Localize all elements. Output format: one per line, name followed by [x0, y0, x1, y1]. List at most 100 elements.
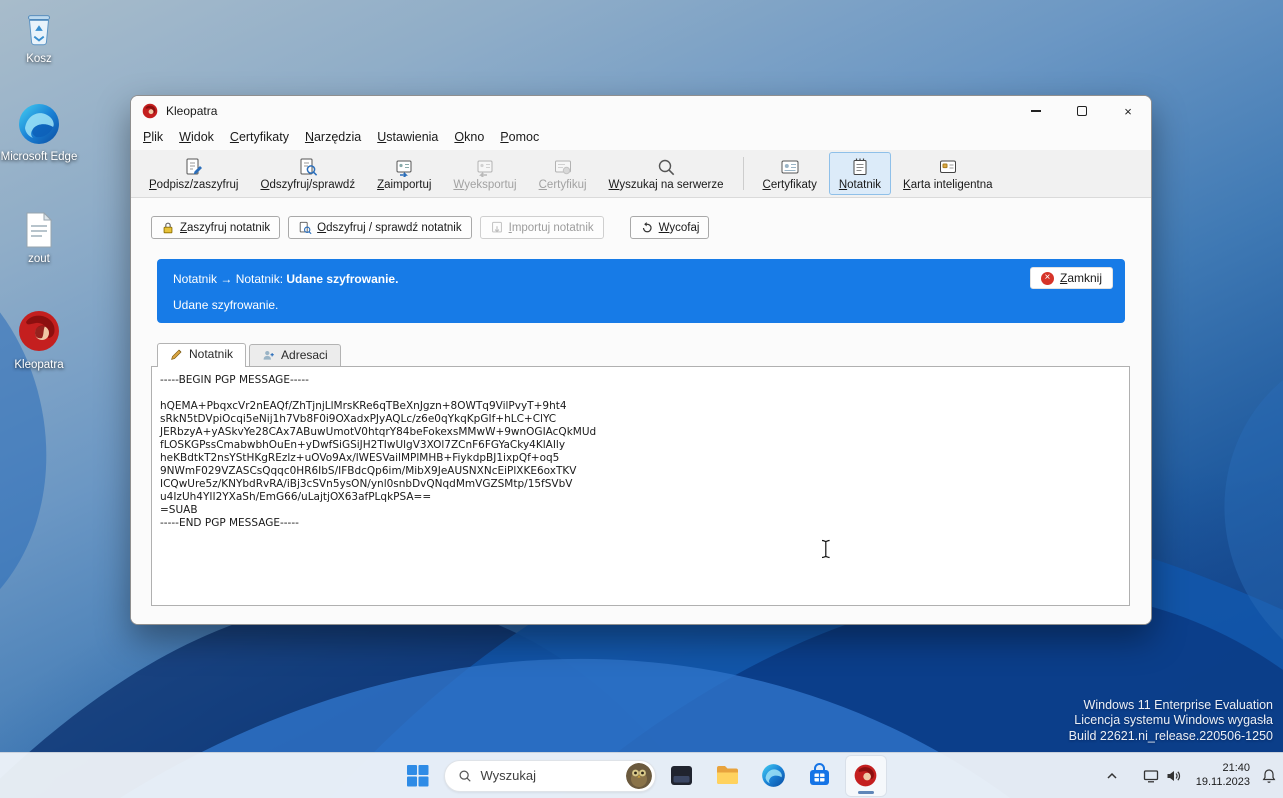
text-file-icon [24, 212, 54, 248]
notepad-tabs: Notatnik Adresaci [157, 342, 1151, 366]
search-highlight-image[interactable] [626, 763, 652, 789]
text-cursor [820, 539, 832, 559]
start-icon [405, 763, 430, 788]
success-banner: Notatnik → Notatnik: Udane szyfrowanie. … [157, 259, 1125, 323]
toolbar-label: Karta inteligentna [903, 179, 993, 191]
toolbar-label: Certyfikaty [763, 179, 817, 191]
decrypt-verify-notepad-button[interactable]: Odszyfruj / sprawdź notatnik [288, 216, 471, 239]
toolbar-decrypt-verify[interactable]: Odszyfruj/sprawdź [250, 152, 365, 195]
close-button[interactable]: × [1105, 96, 1151, 126]
taskbar: Wyszukaj [0, 752, 1283, 798]
window-titlebar[interactable]: Kleopatra × [131, 96, 1151, 126]
menu-narzedzia[interactable]: Narzędzia [298, 127, 368, 147]
tray-status-icons[interactable] [1139, 764, 1185, 788]
desktop-icon-edge[interactable]: Microsoft Edge [0, 102, 78, 163]
button-label: Odszyfruj / sprawdź notatnik [317, 222, 461, 234]
desktop-icon-label: Kleopatra [14, 359, 63, 371]
revert-button[interactable]: Wycofaj [630, 216, 710, 239]
import-icon [394, 157, 414, 177]
recycle-bin-icon [21, 10, 57, 48]
notepad-action-bar: Zaszyfruj notatnik Odszyfruj / sprawdź n… [151, 216, 1151, 239]
tab-label: Adresaci [281, 348, 328, 362]
windows-watermark: Windows 11 Enterprise Evaluation Licencj… [1069, 698, 1273, 745]
toolbar-label: Notatnik [839, 179, 881, 191]
tab-notatnik[interactable]: Notatnik [157, 343, 246, 367]
toolbar-certificates[interactable]: Certyfikaty [753, 152, 827, 195]
desktop-icon-label: Kosz [26, 53, 52, 65]
taskbar-file-explorer[interactable] [708, 756, 748, 796]
tab-adresaci[interactable]: Adresaci [249, 344, 341, 366]
export-icon [475, 157, 495, 177]
toolbar-smartcard[interactable]: Karta inteligentna [893, 152, 1003, 195]
banner-close-button[interactable]: × Zamknij [1030, 267, 1113, 289]
decrypt-verify-icon [298, 157, 318, 177]
watermark-line: Build 22621.ni_release.220506-1250 [1069, 729, 1273, 745]
notepad-icon [850, 157, 870, 177]
maximize-icon [1077, 106, 1087, 116]
desktop-icon-kleopatra[interactable]: Kleopatra [0, 308, 78, 371]
desktop: Kosz Microsoft Edge zout [0, 0, 1283, 798]
store-icon [807, 763, 832, 788]
pgp-message-text: -----BEGIN PGP MESSAGE----- hQEMA+PbqxcV… [160, 374, 1121, 530]
taskbar-app-window[interactable] [662, 756, 702, 796]
kleopatra-window: Kleopatra × Plik Widok Certyfikaty Narzę… [130, 95, 1152, 625]
desktop-icon-label: zout [28, 253, 50, 265]
search-icon [656, 157, 676, 177]
taskbar-store[interactable] [800, 756, 840, 796]
maximize-button[interactable] [1059, 96, 1105, 126]
undo-icon [640, 221, 654, 235]
notepad-view: Zaszyfruj notatnik Odszyfruj / sprawdź n… [131, 198, 1151, 624]
banner-title-emphasis: Udane szyfrowanie. [286, 272, 398, 286]
toolbar-sign-encrypt[interactable]: Podpisz/zaszyfruj [139, 152, 248, 195]
toolbar-label: Zaimportuj [377, 179, 431, 191]
toolbar-label: Podpisz/zaszyfruj [149, 179, 238, 191]
toolbar-label: Wyszukaj na serwerze [609, 179, 724, 191]
tray-date: 19.11.2023 [1196, 776, 1250, 790]
taskbar-search[interactable]: Wyszukaj [444, 760, 656, 792]
notepad-editor[interactable]: -----BEGIN PGP MESSAGE----- hQEMA+PbqxcV… [151, 366, 1130, 606]
banner-detail: Udane szyfrowanie. [173, 298, 1109, 312]
taskbar-kleopatra[interactable] [846, 756, 886, 796]
menu-plik[interactable]: Plik [136, 127, 170, 147]
menu-bar: Plik Widok Certyfikaty Narzędzia Ustawie… [131, 126, 1151, 150]
close-icon: × [1124, 104, 1132, 119]
menu-widok[interactable]: Widok [172, 127, 221, 147]
import-small-icon [490, 221, 504, 235]
recipients-icon [262, 349, 275, 362]
desktop-icon-zout[interactable]: zout [0, 212, 78, 265]
kleopatra-icon [853, 763, 878, 788]
notification-bell-icon[interactable] [1261, 768, 1277, 784]
toolbar-import[interactable]: Zaimportuj [367, 152, 441, 195]
button-label: Wycofaj [659, 222, 700, 234]
running-indicator [858, 791, 874, 794]
search-icon [458, 769, 472, 783]
tray-clock[interactable]: 21:40 19.11.2023 [1196, 762, 1250, 789]
import-notepad-button: Importuj notatnik [480, 216, 604, 239]
toolbar-notepad[interactable]: Notatnik [829, 152, 891, 195]
kleopatra-icon [16, 308, 62, 354]
pencil-icon [170, 348, 183, 361]
toolbar-label: Certyfikuj [539, 179, 587, 191]
certificates-icon [780, 157, 800, 177]
decrypt-verify-small-icon [298, 221, 312, 235]
toolbar-certify: Certyfikuj [529, 152, 597, 195]
smartcard-icon [938, 157, 958, 177]
chevron-up-icon[interactable] [1104, 768, 1120, 784]
menu-certyfikaty[interactable]: Certyfikaty [223, 127, 296, 147]
toolbar-label: Odszyfruj/sprawdź [260, 179, 355, 191]
taskbar-edge[interactable] [754, 756, 794, 796]
desktop-icon-recycle-bin[interactable]: Kosz [0, 10, 78, 65]
main-toolbar: Podpisz/zaszyfruj Odszyfruj/sprawdź [131, 150, 1151, 198]
network-icon [1143, 768, 1159, 784]
file-explorer-icon [715, 763, 740, 788]
menu-pomoc[interactable]: Pomoc [493, 127, 546, 147]
app-icon-kleopatra [142, 103, 158, 119]
banner-close-label: Zamknij [1060, 271, 1102, 285]
toolbar-lookup-server[interactable]: Wyszukaj na serwerze [599, 152, 734, 195]
minimize-button[interactable] [1013, 96, 1059, 126]
encrypt-notepad-button[interactable]: Zaszyfruj notatnik [151, 216, 280, 239]
menu-ustawienia[interactable]: Ustawienia [370, 127, 445, 147]
start-button[interactable] [398, 756, 438, 796]
menu-okno[interactable]: Okno [447, 127, 491, 147]
app-window-icon [669, 763, 694, 788]
